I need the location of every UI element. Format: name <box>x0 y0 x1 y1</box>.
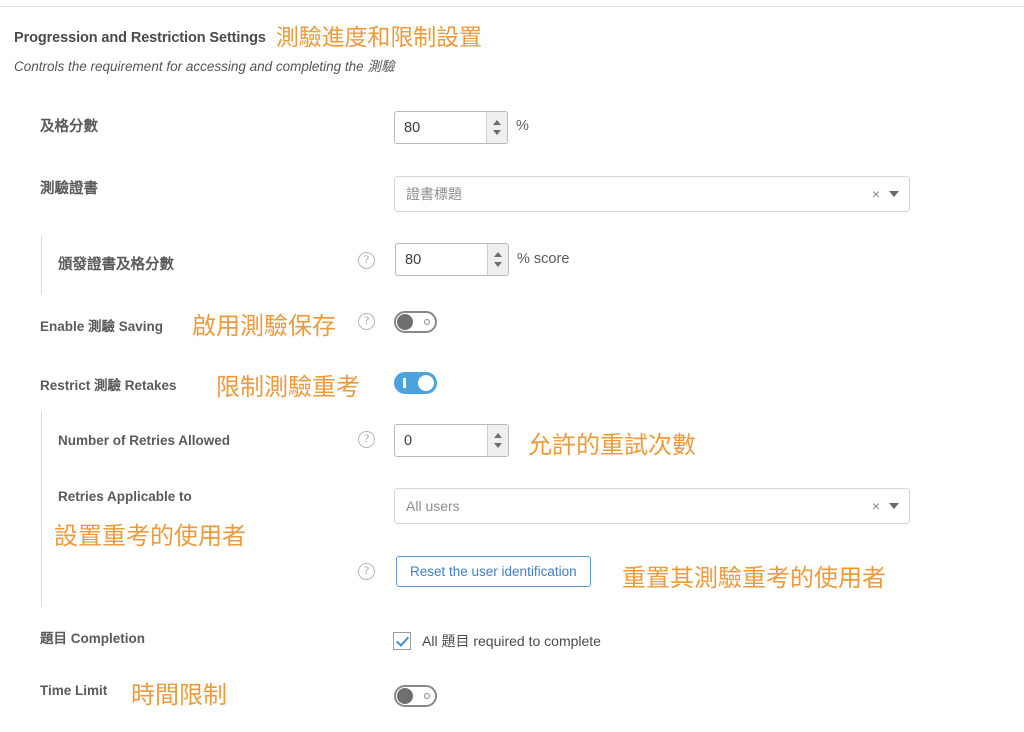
passing-score-value[interactable]: 80 <box>395 112 486 143</box>
number-of-retries-spinner[interactable] <box>487 425 508 456</box>
enable-quiz-saving-label: Enable 測驗 Saving <box>40 315 163 335</box>
page-title-en: Progression and Restriction Settings <box>14 30 266 46</box>
quiz-certificate-select[interactable]: 證書標題 × <box>394 176 910 212</box>
enable-quiz-saving-toggle[interactable] <box>394 311 437 333</box>
certificate-passing-score-label: 頒發證書及格分數 <box>58 253 174 274</box>
retries-applicable-to-select[interactable]: All users × <box>394 488 910 524</box>
toggle-off-indicator-icon <box>424 693 430 699</box>
chevron-down-icon[interactable] <box>889 503 899 509</box>
toggle-off-indicator-icon <box>424 319 430 325</box>
page-title: Progression and Restriction Settings 測驗進度… <box>14 18 482 52</box>
spinner-down-icon[interactable] <box>494 262 502 267</box>
clear-icon[interactable]: × <box>872 186 880 202</box>
clear-icon[interactable]: × <box>872 498 880 514</box>
spinner-down-icon[interactable] <box>493 130 501 135</box>
passing-score-label: 及格分數 <box>40 115 98 136</box>
indent-guide-retries <box>41 411 42 607</box>
time-limit-annotation-cn: 時間限制 <box>131 675 227 710</box>
help-icon-number-of-retries[interactable]: ? <box>358 431 375 448</box>
help-icon-reset-user-identification[interactable]: ? <box>358 563 375 580</box>
number-of-retries-annotation-cn: 允許的重試次數 <box>528 425 696 460</box>
quiz-certificate-placeholder: 證書標題 <box>406 184 872 204</box>
chevron-down-icon[interactable] <box>889 191 899 197</box>
help-icon-enable-quiz-saving[interactable]: ? <box>358 313 375 330</box>
question-completion-checkbox-row[interactable]: All 題目 required to complete <box>393 631 601 651</box>
question-completion-checkbox-label: All 題目 required to complete <box>422 631 601 651</box>
number-of-retries-input[interactable]: 0 <box>394 424 509 457</box>
indent-guide-certificate <box>41 236 42 294</box>
toggle-knob <box>397 688 413 704</box>
time-limit-label: Time Limit <box>40 683 107 698</box>
reset-user-identification-annotation-cn: 重置其測驗重考的使用者 <box>622 558 886 593</box>
checkbox-icon[interactable] <box>393 632 411 650</box>
retries-applicable-to-label: Retries Applicable to <box>58 489 192 504</box>
toggle-knob <box>397 314 413 330</box>
spinner-down-icon[interactable] <box>494 443 502 448</box>
passing-score-unit: % <box>516 118 529 134</box>
enable-quiz-saving-annotation-cn: 啟用測驗保存 <box>192 306 336 341</box>
time-limit-toggle[interactable] <box>394 685 437 707</box>
quiz-certificate-label: 測驗證書 <box>40 177 98 198</box>
toggle-knob <box>418 375 434 391</box>
spinner-up-icon[interactable] <box>493 120 501 125</box>
certificate-passing-score-unit: % score <box>517 251 569 267</box>
toggle-on-indicator-icon <box>403 378 406 388</box>
spinner-up-icon[interactable] <box>494 252 502 257</box>
restrict-quiz-retakes-annotation-cn: 限制測驗重考 <box>216 367 360 402</box>
spinner-up-icon[interactable] <box>494 433 502 438</box>
settings-panel: Progression and Restriction Settings 測驗進度… <box>0 0 1024 732</box>
retries-applicable-to-annotation-cn: 設置重考的使用者 <box>54 516 246 551</box>
passing-score-spinner[interactable] <box>486 112 507 143</box>
passing-score-input[interactable]: 80 <box>394 111 508 144</box>
restrict-quiz-retakes-toggle[interactable] <box>394 372 437 394</box>
certificate-passing-score-input[interactable]: 80 <box>395 243 509 276</box>
restrict-quiz-retakes-label: Restrict 測驗 Retakes <box>40 374 177 394</box>
help-icon-certificate-passing-score[interactable]: ? <box>358 252 375 269</box>
page-title-annotation-cn: 測驗進度和限制設置 <box>276 24 482 50</box>
reset-user-identification-button[interactable]: Reset the user identification <box>396 556 591 587</box>
certificate-passing-score-spinner[interactable] <box>487 244 508 275</box>
retries-applicable-to-value: All users <box>406 498 872 514</box>
number-of-retries-value[interactable]: 0 <box>395 425 487 456</box>
certificate-passing-score-value[interactable]: 80 <box>396 244 487 275</box>
page-subtitle: Controls the requirement for accessing a… <box>14 55 394 75</box>
number-of-retries-label: Number of Retries Allowed <box>58 433 230 448</box>
question-completion-label: 題目 Completion <box>40 627 145 647</box>
top-divider <box>0 6 1024 7</box>
